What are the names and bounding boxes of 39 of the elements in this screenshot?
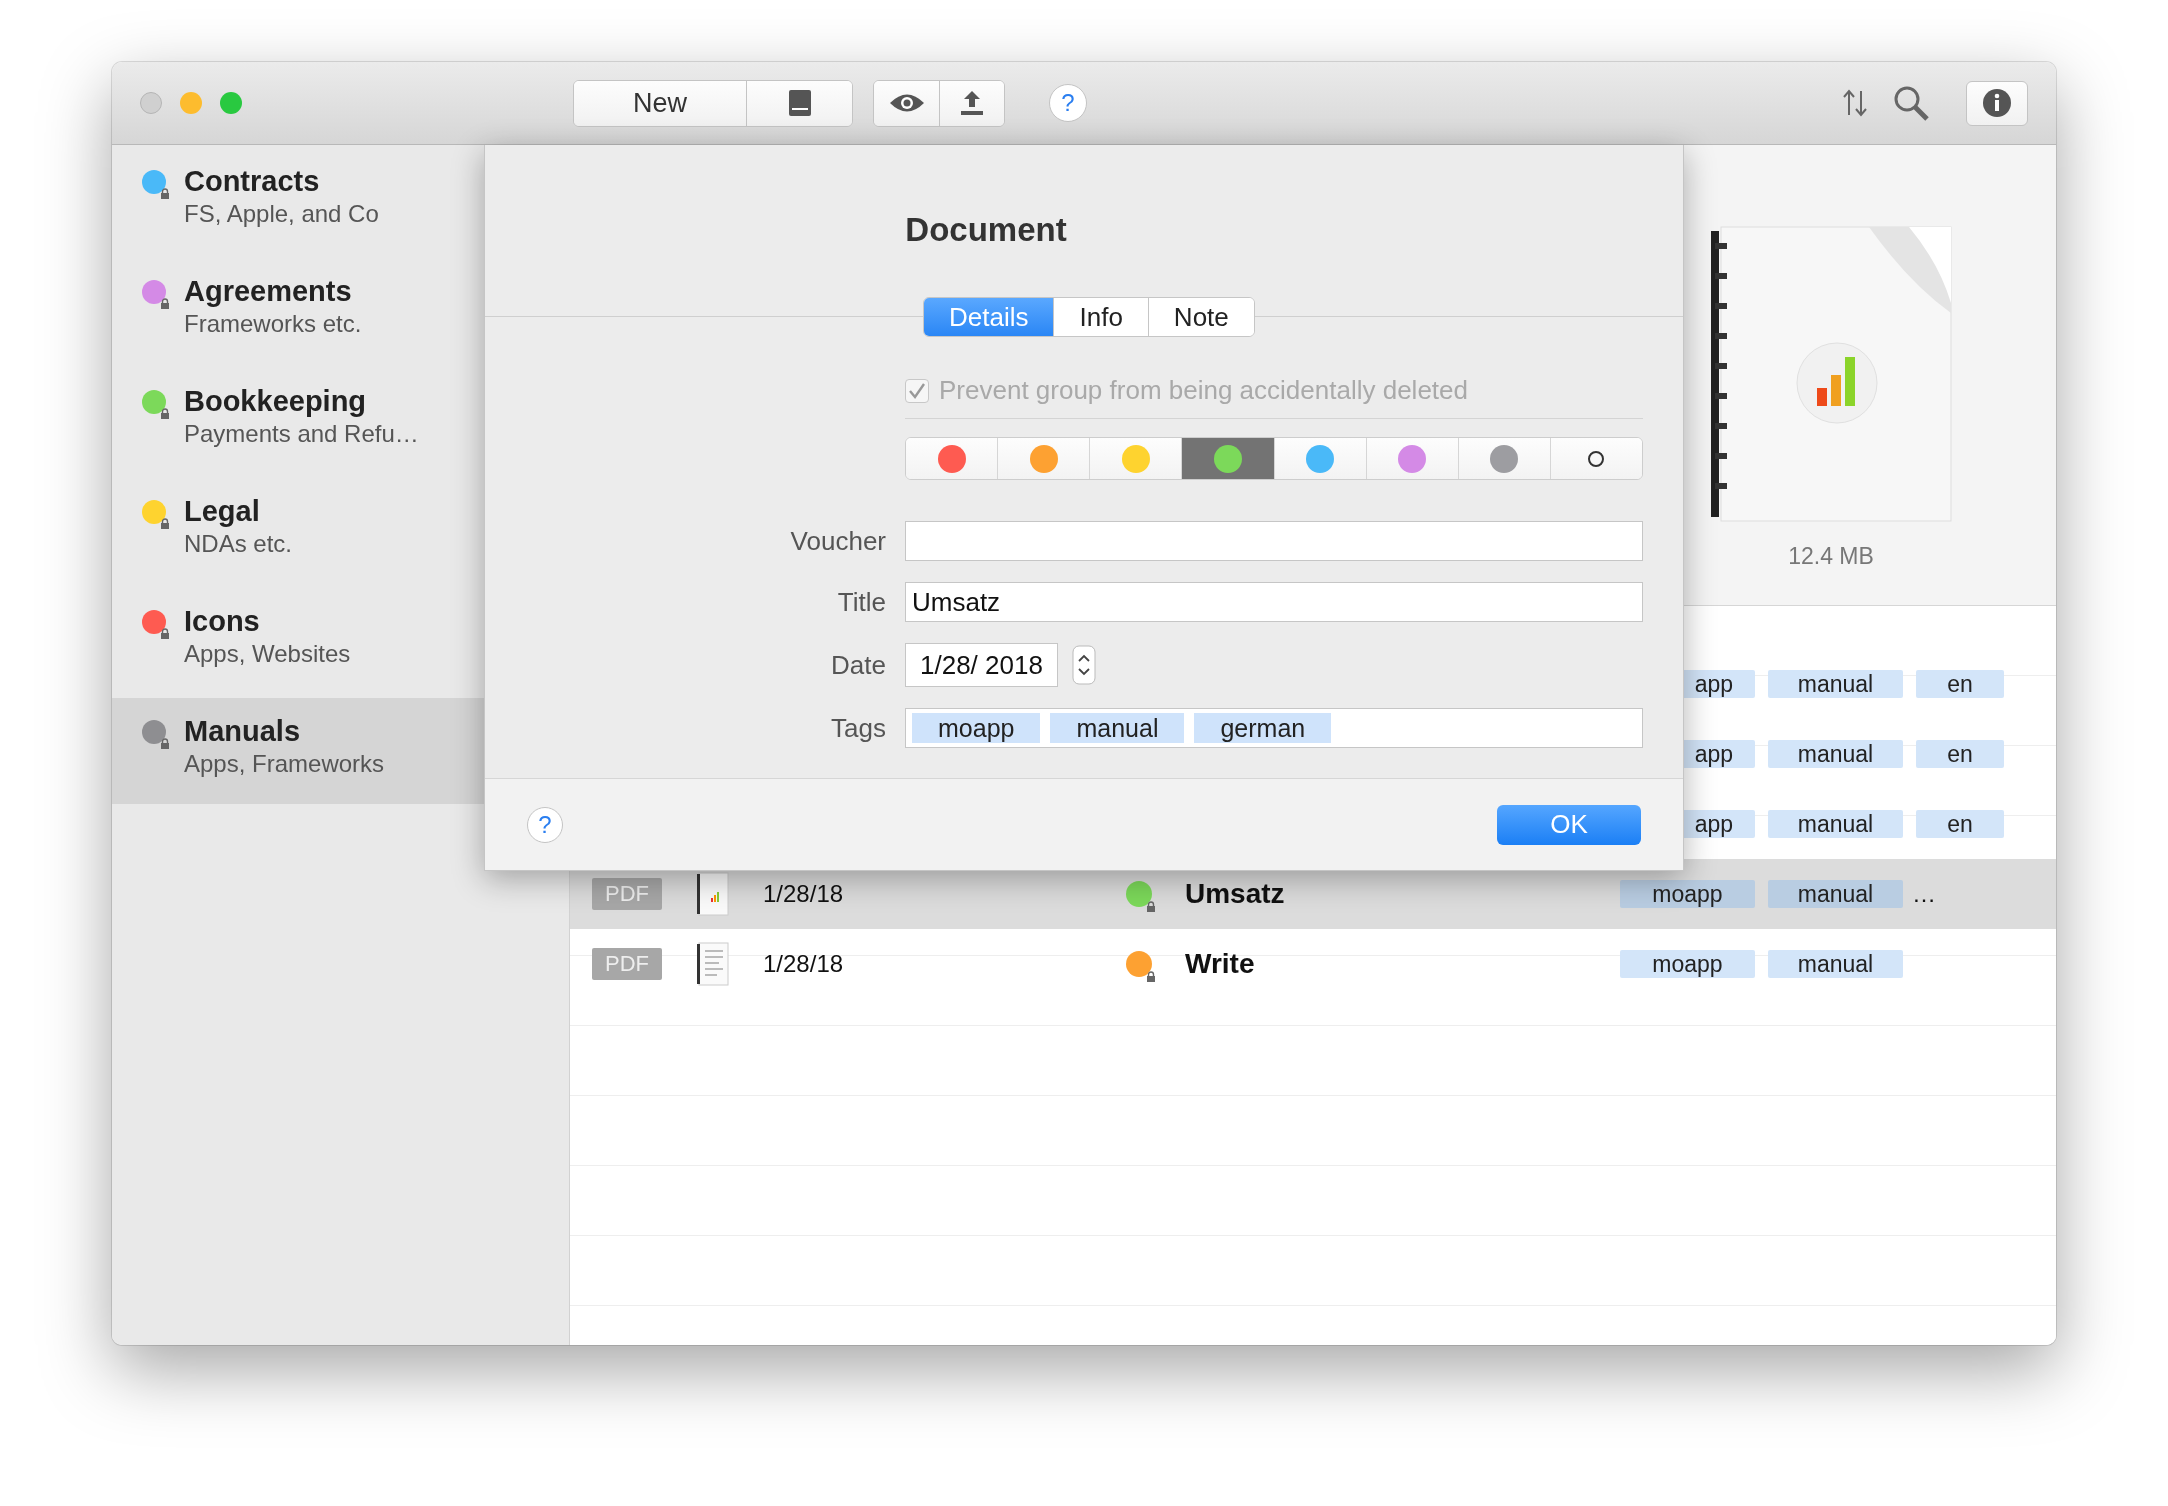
checkbox-label: Prevent group from being accidentally deleted	[939, 375, 1468, 406]
group-subtitle: Payments and Refu…	[184, 419, 419, 449]
group-title: Legal	[184, 494, 261, 528]
field-label: Tags	[830, 712, 886, 744]
tag: manual	[1768, 740, 1903, 768]
tag: moapp	[1620, 880, 1755, 908]
document-title: Umsatz	[1185, 878, 1286, 910]
tag: manual	[1768, 810, 1903, 838]
tag: manual	[1768, 670, 1903, 698]
group-subtitle: NDAs etc.	[184, 529, 293, 559]
tag: moapp	[912, 713, 1041, 743]
file-type-badge: PDF	[592, 948, 662, 980]
file-type-badge: PDF	[592, 878, 662, 910]
date-cell-text: 1/28/18	[763, 950, 845, 978]
tag: en	[1916, 670, 2004, 698]
tag: manual	[1050, 713, 1185, 743]
more-tags: …	[1912, 880, 1936, 908]
tag: en	[1916, 810, 2004, 838]
group-title: Contracts	[184, 164, 321, 198]
tag: en	[1916, 740, 2004, 768]
tag: manual	[1768, 880, 1903, 908]
tag: manual	[1768, 950, 1903, 978]
group-title: Manuals	[184, 714, 302, 748]
field-label: Date	[830, 649, 886, 681]
group-title: Agreements	[184, 274, 353, 308]
sheet-title: Document	[905, 211, 1067, 250]
group-subtitle: FS, Apple, and Co	[184, 199, 379, 229]
group-title: Bookkeeping	[184, 384, 368, 418]
file-size: 12.4 MB	[1788, 543, 1874, 570]
group-subtitle: Frameworks etc.	[184, 309, 362, 339]
date-cell-text: 1/28/18	[763, 880, 845, 908]
tag: german	[1194, 713, 1332, 743]
group-subtitle: Apps, Websites	[184, 639, 351, 669]
document-title: Write	[1185, 948, 1256, 980]
group-title: Icons	[184, 604, 261, 638]
group-subtitle: Apps, Frameworks	[184, 749, 385, 779]
field-label: Title	[836, 586, 886, 618]
tag: moapp	[1620, 950, 1755, 978]
field-label: Voucher	[789, 525, 886, 557]
